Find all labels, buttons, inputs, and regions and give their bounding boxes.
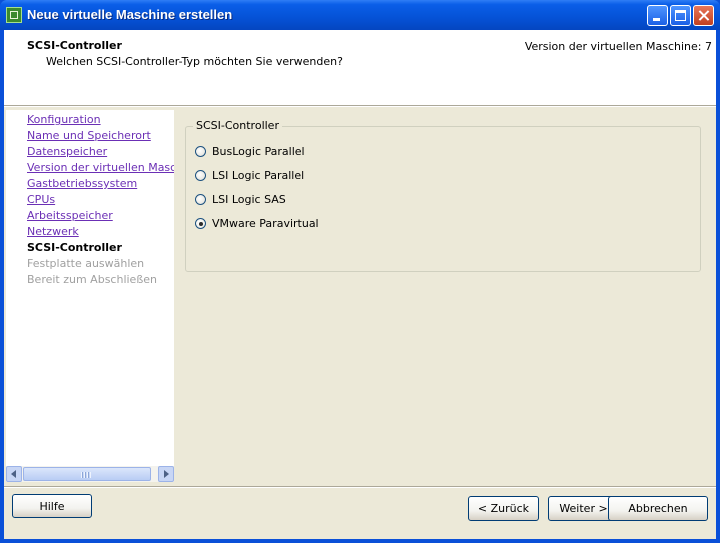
- dialog-body: SCSI-Controller Welchen SCSI-Controller-…: [4, 30, 716, 539]
- radio-button-icon[interactable]: [195, 193, 206, 205]
- radio-lsi-logic-sas[interactable]: LSI Logic SAS: [195, 192, 286, 206]
- vm-version-label: Version der virtuellen Maschine: 7: [524, 40, 712, 53]
- step-datenspeicher[interactable]: Datenspeicher: [27, 145, 107, 158]
- help-button[interactable]: Hilfe: [12, 494, 92, 518]
- step-name-speicherort[interactable]: Name und Speicherort: [27, 129, 151, 142]
- radio-label: LSI Logic Parallel: [212, 168, 305, 182]
- radio-buslogic-parallel[interactable]: BusLogic Parallel: [195, 144, 305, 158]
- step-scsi-controller: SCSI-Controller: [27, 241, 122, 254]
- radio-vmware-paravirtual[interactable]: VMware Paravirtual: [195, 216, 319, 230]
- window-title: Neue virtuelle Maschine erstellen: [27, 7, 233, 22]
- header-divider: [4, 105, 716, 107]
- radio-label: BusLogic Parallel: [212, 144, 305, 158]
- step-vm-version[interactable]: Version der virtuellen Maschine: [27, 161, 174, 174]
- step-bereit: Bereit zum Abschließen: [27, 273, 157, 286]
- maximize-button[interactable]: [670, 5, 691, 26]
- nav-horizontal-scrollbar[interactable]: [6, 466, 174, 482]
- radio-lsi-logic-parallel[interactable]: LSI Logic Parallel: [195, 168, 304, 182]
- radio-button-icon[interactable]: [195, 169, 206, 181]
- wizard-steps-nav: Konfiguration Name und Speicherort Daten…: [6, 110, 174, 482]
- page-title: SCSI-Controller: [27, 39, 122, 52]
- step-gastbetriebssystem[interactable]: Gastbetriebssystem: [27, 177, 137, 190]
- step-cpus[interactable]: CPUs: [27, 193, 55, 206]
- step-konfiguration[interactable]: Konfiguration: [27, 113, 101, 126]
- minimize-button[interactable]: [647, 5, 668, 26]
- cancel-button[interactable]: Abbrechen: [608, 496, 708, 521]
- grip-icon: [81, 472, 91, 478]
- step-arbeitsspeicher[interactable]: Arbeitsspeicher: [27, 209, 113, 222]
- step-festplatte: Festplatte auswählen: [27, 257, 145, 270]
- radio-button-checked-icon[interactable]: [195, 217, 206, 229]
- radio-label: VMware Paravirtual: [212, 216, 319, 230]
- groupbox-legend: SCSI-Controller: [193, 119, 282, 132]
- wizard-header: SCSI-Controller Welchen SCSI-Controller-…: [4, 30, 716, 105]
- scrollbar-thumb[interactable]: [23, 467, 151, 481]
- scroll-left-arrow-icon[interactable]: [6, 466, 22, 482]
- scroll-right-arrow-icon[interactable]: [158, 466, 174, 482]
- radio-label: LSI Logic SAS: [212, 192, 286, 206]
- page-subtitle: Welchen SCSI-Controller-Typ möchten Sie …: [46, 55, 343, 68]
- footer-divider: [4, 486, 716, 488]
- vm-app-icon: [6, 7, 22, 23]
- back-button[interactable]: < Zurück: [468, 496, 539, 521]
- radio-button-icon[interactable]: [195, 145, 206, 157]
- close-button[interactable]: [693, 5, 714, 26]
- step-netzwerk[interactable]: Netzwerk: [27, 225, 79, 238]
- wizard-window: Neue virtuelle Maschine erstellen SCSI-C…: [0, 0, 720, 543]
- title-bar[interactable]: Neue virtuelle Maschine erstellen: [0, 0, 720, 30]
- pane-divider[interactable]: [174, 110, 176, 482]
